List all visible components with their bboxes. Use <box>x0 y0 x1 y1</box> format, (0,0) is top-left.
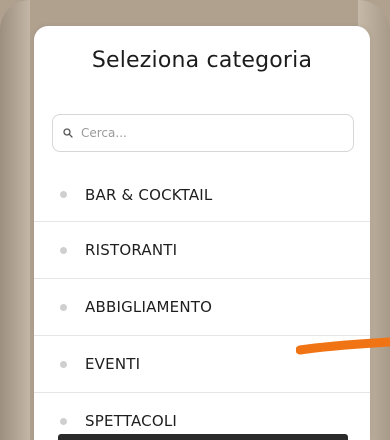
orange-annotation-stroke <box>296 337 390 355</box>
search-icon <box>63 128 73 138</box>
bottom-edge-bar <box>58 434 348 440</box>
category-label: ABBIGLIAMENTO <box>85 298 213 316</box>
category-item-bar-cocktail[interactable]: BAR & COCKTAIL <box>34 168 370 222</box>
category-item-spettacoli[interactable]: SPETTACOLI <box>34 393 370 440</box>
modal-title: Seleziona categoria <box>91 48 313 73</box>
category-label: RISTORANTI <box>85 241 178 259</box>
category-list: BAR & COCKTAIL RISTORANTI ABBIGLIAMENTO … <box>34 168 370 440</box>
category-item-abbigliamento[interactable]: ABBIGLIAMENTO <box>34 279 370 336</box>
category-label: BAR & COCKTAIL <box>85 185 213 204</box>
category-label: EVENTI <box>85 355 141 373</box>
category-selector-modal: Seleziona categoria BAR & COCKTAIL RISTO… <box>34 26 370 440</box>
bullet-icon <box>60 360 67 368</box>
bullet-icon <box>60 246 67 254</box>
bullet-icon <box>60 303 67 311</box>
category-item-ristoranti[interactable]: RISTORANTI <box>34 222 370 279</box>
background-left-edge <box>0 0 30 440</box>
bullet-icon <box>60 417 67 425</box>
category-label: SPETTACOLI <box>85 412 177 430</box>
search-box[interactable] <box>52 114 354 152</box>
search-input[interactable] <box>81 126 321 140</box>
bullet-icon <box>60 191 67 198</box>
